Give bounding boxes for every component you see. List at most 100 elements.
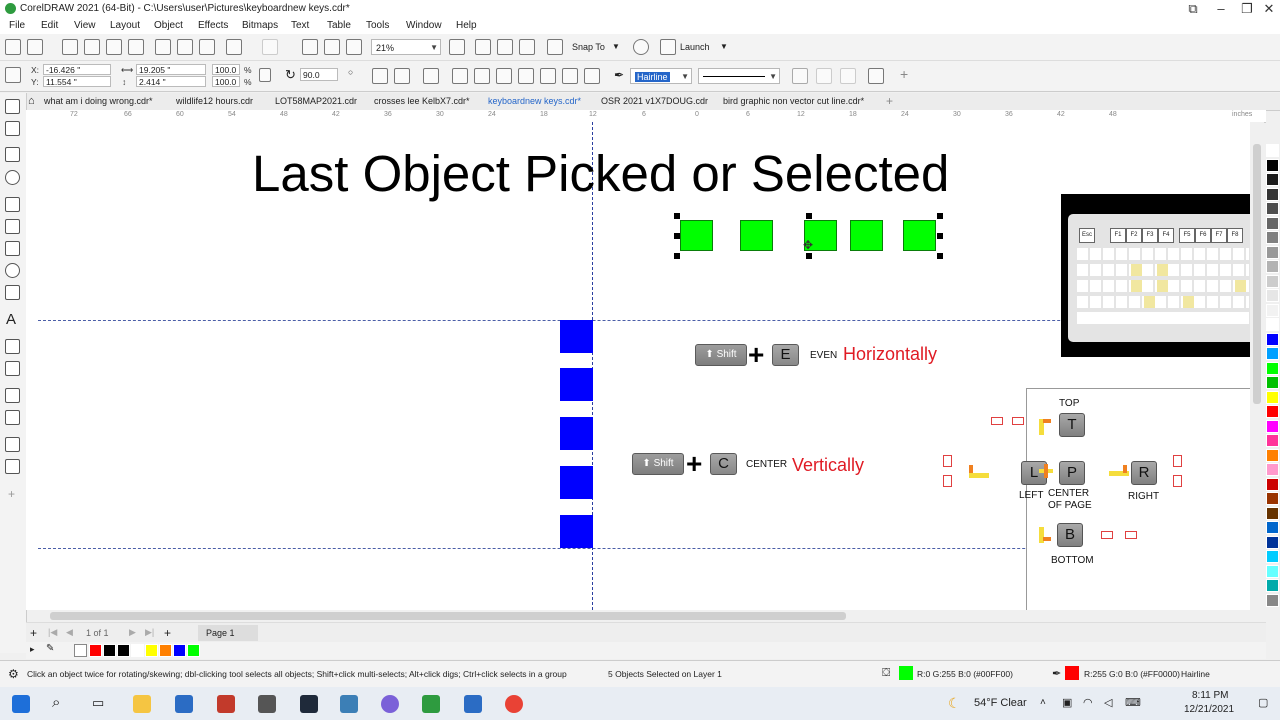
palette-swatch[interactable] bbox=[1266, 390, 1279, 404]
chrome-icon[interactable] bbox=[505, 695, 523, 713]
close-button[interactable]: ✕ bbox=[1256, 0, 1280, 18]
restore-help-icon[interactable]: ⧉ bbox=[1180, 0, 1206, 18]
document-palette-swatch[interactable] bbox=[187, 644, 200, 657]
keyboard-icon[interactable]: ⌨ bbox=[1125, 696, 1141, 709]
grid-icon[interactable] bbox=[497, 39, 513, 55]
home-icon[interactable]: ⌂ bbox=[28, 95, 35, 107]
tab-keyboardnew-keys[interactable]: keyboardnew keys.cdr* bbox=[488, 96, 581, 106]
freehand-tool-icon[interactable] bbox=[5, 197, 20, 212]
crop-tool-icon[interactable] bbox=[5, 147, 20, 162]
add-tool-icon[interactable]: + bbox=[8, 487, 15, 501]
tab-crosses-lee[interactable]: crosses lee KelbX7.cdr* bbox=[374, 96, 470, 106]
menu-object[interactable]: Object bbox=[154, 20, 183, 31]
add-page-before-icon[interactable]: + bbox=[30, 626, 37, 640]
palette-swatch[interactable] bbox=[1266, 579, 1279, 592]
no-color-swatch[interactable] bbox=[74, 644, 87, 657]
lock-ratio-icon[interactable] bbox=[259, 68, 271, 82]
shape-tool-icon[interactable] bbox=[5, 121, 20, 136]
plus-sign[interactable]: + bbox=[686, 450, 702, 478]
menu-table[interactable]: Table bbox=[327, 20, 351, 31]
palette-swatch[interactable] bbox=[1266, 332, 1279, 346]
save-icon[interactable] bbox=[62, 39, 78, 55]
back-minus-front-icon[interactable] bbox=[562, 68, 578, 84]
previous-page-icon[interactable]: ◀ bbox=[66, 627, 73, 638]
palette-swatch[interactable] bbox=[1266, 260, 1279, 273]
search-icon[interactable]: ⌕ bbox=[52, 694, 60, 711]
new-tab-icon[interactable]: + bbox=[886, 94, 893, 108]
menu-help[interactable]: Help bbox=[456, 20, 477, 31]
menu-tools[interactable]: Tools bbox=[366, 20, 389, 31]
shift-key-graphic[interactable]: ⬆ Shift bbox=[632, 453, 684, 475]
tab-what-am-i-doing-wrong[interactable]: what am i doing wrong.cdr* bbox=[44, 96, 153, 106]
palette-swatch[interactable] bbox=[1266, 550, 1279, 563]
text-tool-icon[interactable]: A bbox=[6, 311, 16, 328]
task-view-icon[interactable]: ▭ bbox=[92, 695, 104, 711]
palette-swatch[interactable] bbox=[1266, 158, 1279, 172]
plus-sign[interactable]: + bbox=[748, 341, 764, 369]
zoom-tool-icon[interactable] bbox=[5, 170, 20, 185]
palette-swatch[interactable] bbox=[1266, 274, 1279, 288]
network-icon[interactable]: ▣ bbox=[1062, 696, 1072, 709]
blue-square[interactable] bbox=[560, 368, 593, 401]
height-input[interactable]: 2.414 " bbox=[136, 76, 206, 87]
selection-handle[interactable] bbox=[674, 213, 680, 219]
connector-tool-icon[interactable] bbox=[5, 361, 20, 376]
text-align-icon[interactable] bbox=[868, 68, 884, 84]
menu-file[interactable]: File bbox=[9, 20, 25, 31]
paste-icon[interactable] bbox=[199, 39, 215, 55]
launch-label[interactable]: Launch bbox=[680, 42, 710, 52]
selection-handle[interactable] bbox=[937, 213, 943, 219]
volume-icon[interactable]: ◁ bbox=[1104, 696, 1112, 709]
reference-point-icon[interactable] bbox=[5, 67, 21, 83]
tab-osr-2021[interactable]: OSR 2021 v1X7DOUG.cdr bbox=[601, 96, 708, 106]
windows-start-icon[interactable] bbox=[12, 695, 30, 713]
e-key-graphic[interactable]: E bbox=[772, 344, 799, 366]
line-style-combo[interactable]: ▼ bbox=[698, 68, 780, 84]
document-palette-swatch[interactable] bbox=[159, 644, 172, 657]
palette-swatch[interactable] bbox=[1266, 303, 1279, 317]
trim-icon[interactable] bbox=[474, 68, 490, 84]
file-explorer-icon[interactable] bbox=[133, 695, 151, 713]
palette-swatch[interactable] bbox=[1266, 289, 1279, 302]
open-icon[interactable] bbox=[27, 39, 43, 55]
parallel-dimension-tool-icon[interactable] bbox=[5, 339, 20, 354]
options-gear-icon[interactable] bbox=[633, 39, 649, 55]
blue-square[interactable] bbox=[560, 417, 593, 450]
import-icon[interactable] bbox=[302, 39, 318, 55]
palette-swatch[interactable] bbox=[1266, 564, 1279, 578]
publish-pdf-icon[interactable] bbox=[346, 39, 362, 55]
width-input[interactable]: 19.205 " bbox=[136, 64, 206, 75]
simplify-icon[interactable] bbox=[518, 68, 534, 84]
horizontally-label[interactable]: Horizontally bbox=[843, 344, 937, 365]
outline-color-swatch[interactable] bbox=[1065, 666, 1079, 680]
palette-menu-icon[interactable]: ▸ bbox=[30, 644, 35, 655]
document-palette-swatch[interactable] bbox=[103, 644, 116, 657]
transparency-tool-icon[interactable] bbox=[5, 410, 20, 425]
palette-swatch[interactable] bbox=[1266, 173, 1279, 186]
tab-bird-graphic[interactable]: bird graphic non vector cut line.cdr* bbox=[723, 96, 864, 106]
vertical-scroll-thumb[interactable] bbox=[1253, 144, 1261, 404]
selection-handle[interactable] bbox=[806, 213, 812, 219]
keyboard-image[interactable]: Esc F1 F2 F3 F4 F5 F6 F7 F8 bbox=[1061, 194, 1250, 357]
add-toolbar-icon[interactable]: + bbox=[900, 66, 908, 82]
next-page-icon[interactable]: ▶ bbox=[129, 627, 136, 638]
x-position-input[interactable]: -16.426 " bbox=[43, 64, 111, 75]
to-curves-icon[interactable] bbox=[792, 68, 808, 84]
palette-swatch[interactable] bbox=[1266, 245, 1279, 259]
palette-swatch[interactable] bbox=[1266, 419, 1279, 433]
align-distribute-icon[interactable] bbox=[423, 68, 439, 84]
selection-handle[interactable] bbox=[674, 233, 680, 239]
palette-swatch[interactable] bbox=[1266, 535, 1279, 549]
palette-swatch[interactable] bbox=[1266, 347, 1279, 360]
palette-swatch[interactable] bbox=[1266, 593, 1279, 607]
launch-icon[interactable] bbox=[660, 39, 676, 55]
app-icon-2[interactable] bbox=[217, 695, 235, 713]
app-icon-3[interactable] bbox=[300, 695, 318, 713]
clock-time[interactable]: 8:11 PM bbox=[1192, 690, 1229, 701]
color-app-icon[interactable] bbox=[381, 695, 399, 713]
palette-swatch[interactable] bbox=[1266, 187, 1279, 201]
add-page-after-icon[interactable]: + bbox=[164, 626, 171, 640]
center-label[interactable]: CENTER bbox=[746, 459, 787, 470]
palette-swatch[interactable] bbox=[1266, 477, 1279, 491]
selection-handle[interactable] bbox=[674, 253, 680, 259]
